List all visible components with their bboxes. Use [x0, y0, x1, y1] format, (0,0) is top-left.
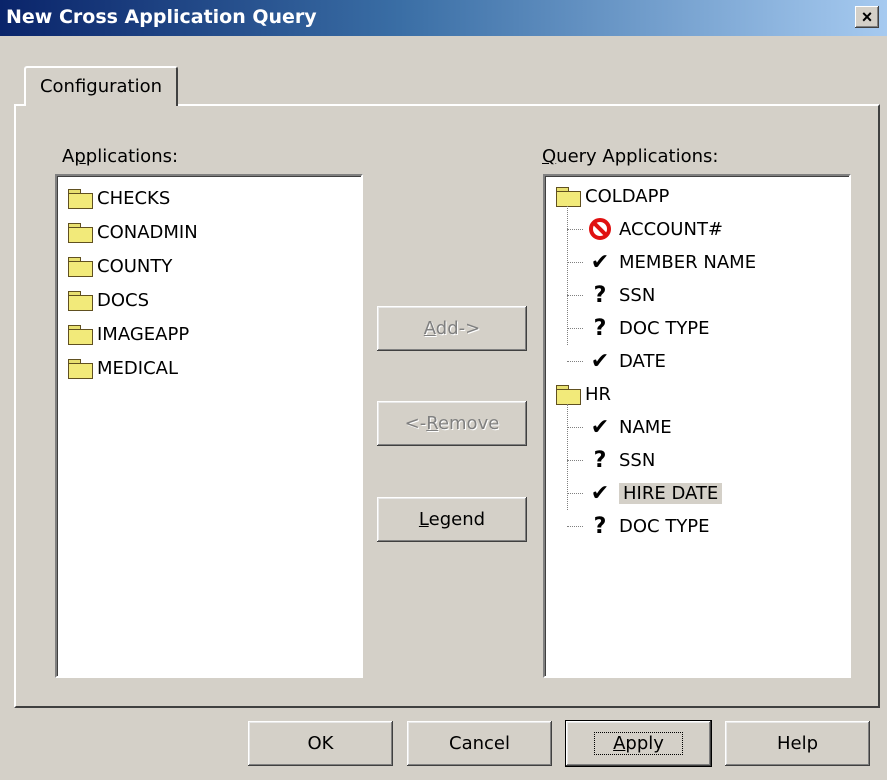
- application-item[interactable]: CHECKS: [67, 182, 170, 214]
- query-group-label: HR: [585, 383, 612, 405]
- query-field-label: HIRE DATE: [619, 482, 723, 504]
- close-icon: ×: [861, 7, 873, 27]
- question-icon: ?: [593, 447, 607, 473]
- window-title: New Cross Application Query: [6, 6, 317, 28]
- apply-button[interactable]: Apply: [565, 720, 712, 767]
- folder-icon: [555, 186, 581, 207]
- query-field-label: SSN: [619, 449, 656, 471]
- legend-button[interactable]: Legend: [377, 497, 527, 542]
- tree-connector: [567, 328, 583, 329]
- query-field-label: ACCOUNT#: [619, 218, 724, 240]
- cancel-button[interactable]: Cancel: [407, 721, 552, 766]
- question-icon: ?: [593, 315, 607, 341]
- folder-icon: [67, 222, 93, 243]
- application-item[interactable]: COUNTY: [67, 250, 172, 282]
- applications-label: Applications:: [62, 146, 179, 167]
- folder-icon: [67, 256, 93, 277]
- application-item-label: COUNTY: [97, 255, 173, 277]
- checkmark-icon: ✔: [590, 249, 610, 275]
- application-item-label: CONADMIN: [97, 221, 198, 243]
- application-item[interactable]: DOCS: [67, 284, 149, 316]
- applications-list[interactable]: CHECKS CONADMIN COUNTY DOCS IMAGEAPP MEDICAL: [55, 174, 363, 678]
- query-field-item[interactable]: ✔ DATE: [585, 345, 666, 377]
- application-item[interactable]: IMAGEAPP: [67, 318, 189, 350]
- close-button[interactable]: ×: [855, 6, 879, 28]
- query-field-label: DOC TYPE: [619, 317, 710, 339]
- checkmark-icon: ✔: [590, 480, 610, 506]
- tab-configuration[interactable]: Configuration: [24, 66, 178, 106]
- question-icon: ?: [593, 513, 607, 539]
- tree-connector: [567, 229, 583, 230]
- query-field-label: NAME: [619, 416, 672, 438]
- application-item-label: CHECKS: [97, 187, 171, 209]
- question-icon: ?: [593, 282, 607, 308]
- tree-connector: [567, 295, 583, 296]
- query-field-item[interactable]: ✔ NAME: [585, 411, 672, 443]
- query-field-label: SSN: [619, 284, 656, 306]
- query-field-label: DATE: [619, 350, 666, 372]
- query-applications-tree[interactable]: COLDAPP ACCOUNT# ✔ MEMBER NAME? SSN? DOC TYPE…: [543, 174, 851, 678]
- query-field-label: MEMBER NAME: [619, 251, 757, 273]
- checkmark-icon: ✔: [590, 414, 610, 440]
- folder-icon: [67, 290, 93, 311]
- add-button[interactable]: Add->: [377, 306, 527, 351]
- application-item-label: MEDICAL: [97, 357, 178, 379]
- query-field-item[interactable]: ✔ HIRE DATE: [585, 477, 723, 509]
- tree-connector: [567, 460, 583, 461]
- tree-connector: [567, 493, 583, 494]
- ok-button[interactable]: OK: [248, 721, 393, 766]
- application-item[interactable]: CONADMIN: [67, 216, 198, 248]
- folder-icon: [67, 324, 93, 345]
- application-item[interactable]: MEDICAL: [67, 352, 178, 384]
- query-group-label: COLDAPP: [585, 185, 670, 207]
- query-group-item[interactable]: COLDAPP: [555, 180, 669, 212]
- folder-icon: [555, 384, 581, 405]
- query-group-item[interactable]: HR: [555, 378, 611, 410]
- query-applications-label: Query Applications:: [542, 146, 719, 167]
- tree-connector: [567, 526, 583, 527]
- query-field-item[interactable]: ? SSN: [585, 444, 656, 476]
- folder-icon: [67, 358, 93, 379]
- tree-connector: [567, 206, 568, 345]
- checkmark-icon: ✔: [590, 348, 610, 374]
- application-item-label: IMAGEAPP: [97, 323, 190, 345]
- title-bar: New Cross Application Query ×: [0, 0, 887, 36]
- folder-icon: [67, 188, 93, 209]
- tree-connector: [567, 262, 583, 263]
- tree-connector: [567, 427, 583, 428]
- query-field-label: DOC TYPE: [619, 515, 710, 537]
- tab-configuration-label: Configuration: [39, 76, 163, 97]
- help-button[interactable]: Help: [725, 721, 870, 766]
- query-field-item[interactable]: ? SSN: [585, 279, 656, 311]
- excluded-icon: [589, 218, 611, 240]
- query-field-item[interactable]: ? DOC TYPE: [585, 312, 710, 344]
- tree-connector: [567, 361, 583, 362]
- query-field-item[interactable]: ✔ MEMBER NAME: [585, 246, 756, 278]
- query-field-item[interactable]: ACCOUNT#: [585, 213, 723, 245]
- remove-button[interactable]: <-Remove: [377, 401, 527, 446]
- query-field-item[interactable]: ? DOC TYPE: [585, 510, 710, 542]
- application-item-label: DOCS: [97, 289, 150, 311]
